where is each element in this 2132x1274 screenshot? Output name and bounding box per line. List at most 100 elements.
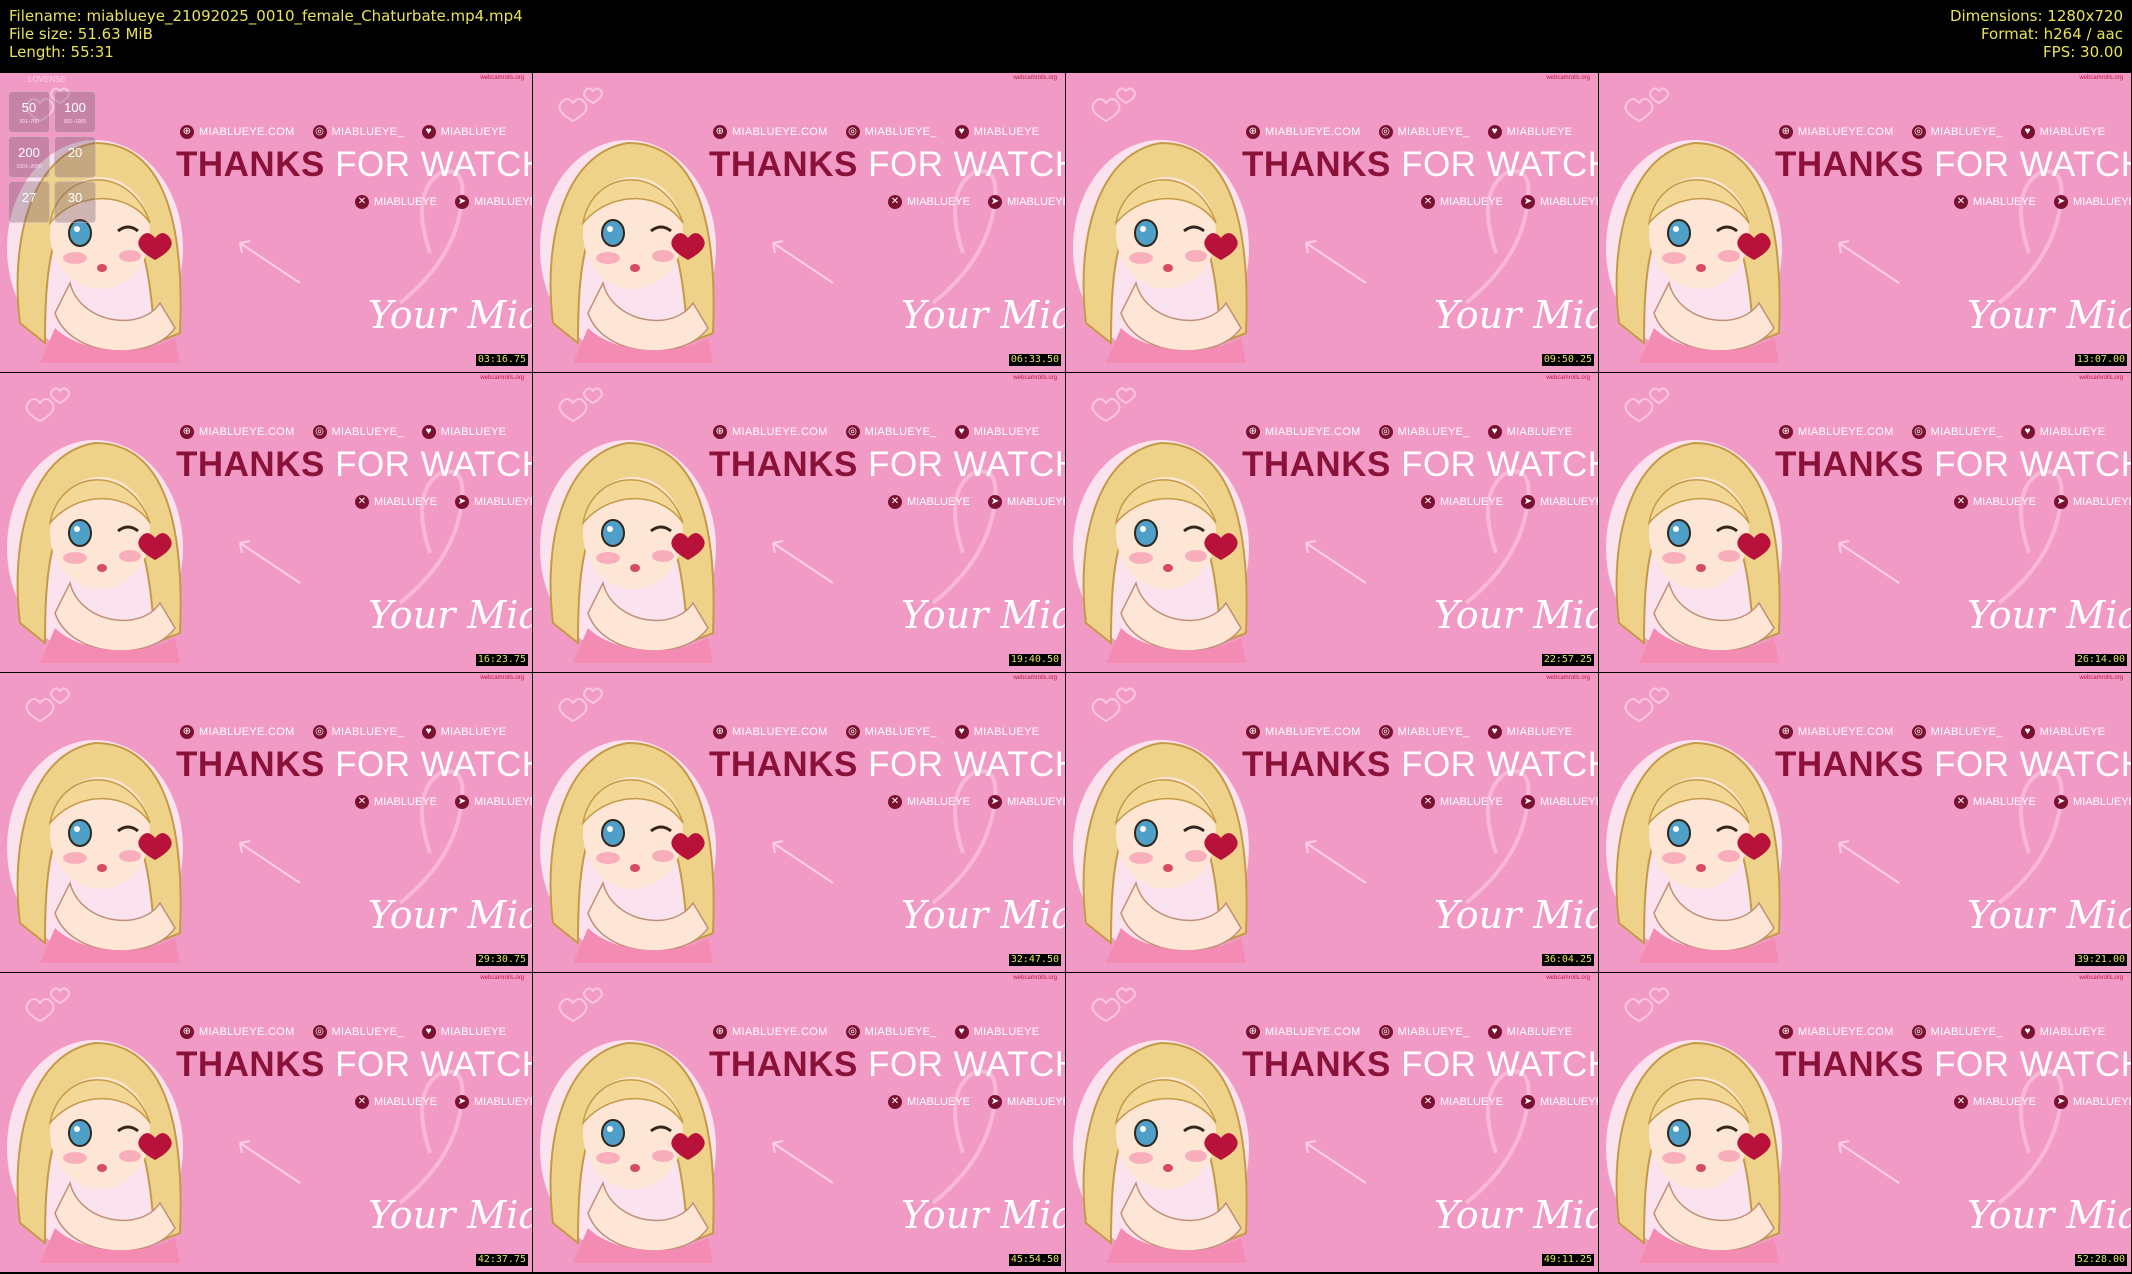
x-label: MIABLUEYE <box>907 1096 970 1108</box>
length-text: Length: 55:31 <box>9 43 114 61</box>
signature-text: Your Mia♥ <box>1967 1193 2131 1237</box>
instagram-icon: ◎ <box>312 725 327 739</box>
telegram-link: ➤ MIABLUEYE <box>2053 795 2131 809</box>
onlyfans-label: MIABLUEYE <box>973 426 1040 438</box>
website-link: ⊕ MIABLUEYE.COM <box>1779 725 1894 739</box>
timestamp-badge: 26:14.00 <box>2074 654 2127 666</box>
thumbnail-tile-5[interactable]: webcamrolls.org ⊕ MIABLUEYE.COM ◎ MIABLU… <box>0 373 532 672</box>
heart-icon <box>583 87 603 105</box>
heart-icon <box>583 687 603 705</box>
for-watching-words: FOR WATCHING <box>868 745 1065 784</box>
website-label: MIABLUEYE.COM <box>1798 1026 1894 1038</box>
thumbnail-tile-14[interactable]: webcamrolls.org ⊕ MIABLUEYE.COM ◎ MIABLU… <box>533 973 1065 1272</box>
heart-lock-icon: ♥ <box>421 1025 436 1039</box>
x-label: MIABLUEYE <box>1973 796 2036 808</box>
thumbnail-tile-12[interactable]: webcamrolls.org ⊕ MIABLUEYE.COM ◎ MIABLU… <box>1599 673 2131 972</box>
for-watching-words: FOR WATCHING <box>1401 145 1598 184</box>
onlyfans-label: MIABLUEYE <box>2039 726 2106 738</box>
for-watching-words: FOR WATCHING <box>1934 1045 2131 1084</box>
thanks-word: THANKS <box>1242 1045 1391 1084</box>
thanks-heading: THANKS FOR WATCHING <box>1775 145 2131 185</box>
x-icon: ✕ <box>1421 1095 1435 1109</box>
x-label: MIABLUEYE <box>1973 196 2036 208</box>
signature-text: Your Mia♥ <box>901 293 1065 337</box>
telegram-icon: ➤ <box>454 1095 469 1109</box>
social-links-bottom: ✕ MIABLUEYE ➤ MIABLUEYE <box>888 795 1065 809</box>
social-links-top: ⊕ MIABLUEYE.COM ◎ MIABLUEYE_ ♥ MIABLUEYE <box>1246 125 1572 139</box>
heart-icon <box>583 387 603 405</box>
thanks-word: THANKS <box>709 445 858 484</box>
website-link: ⊕ MIABLUEYE.COM <box>180 725 295 739</box>
onlyfans-link: ♥ MIABLUEYE <box>421 1025 507 1039</box>
signature-label: Your Mia <box>368 293 532 337</box>
instagram-label: MIABLUEYE_ <box>864 126 937 138</box>
tip-level-box: 50 201–700 <box>8 91 50 133</box>
social-links-bottom: ✕ MIABLUEYE ➤ MIABLUEYE <box>888 195 1065 209</box>
thumbnail-tile-10[interactable]: webcamrolls.org ⊕ MIABLUEYE.COM ◎ MIABLU… <box>533 673 1065 972</box>
globe-icon: ⊕ <box>713 425 727 439</box>
thumbnail-tile-13[interactable]: webcamrolls.org ⊕ MIABLUEYE.COM ◎ MIABLU… <box>0 973 532 1272</box>
thumbnail-tile-11[interactable]: webcamrolls.org ⊕ MIABLUEYE.COM ◎ MIABLU… <box>1066 673 1598 972</box>
thumbnail-tile-7[interactable]: webcamrolls.org ⊕ MIABLUEYE.COM ◎ MIABLU… <box>1066 373 1598 672</box>
telegram-icon: ➤ <box>2053 795 2068 809</box>
instagram-link: ◎ MIABLUEYE_ <box>845 425 937 439</box>
timestamp-badge: 06:33.50 <box>1008 354 1061 366</box>
thumbnail-tile-16[interactable]: webcamrolls.org ⊕ MIABLUEYE.COM ◎ MIABLU… <box>1599 973 2131 1272</box>
thumbnail-tile-6[interactable]: webcamrolls.org ⊕ MIABLUEYE.COM ◎ MIABLU… <box>533 373 1065 672</box>
thumbnail-tile-9[interactable]: webcamrolls.org ⊕ MIABLUEYE.COM ◎ MIABLU… <box>0 673 532 972</box>
social-links-bottom: ✕ MIABLUEYE ➤ MIABLUEYE <box>888 495 1065 509</box>
signature-label: Your Mia <box>1967 293 2131 337</box>
instagram-link: ◎ MIABLUEYE_ <box>312 125 404 139</box>
instagram-link: ◎ MIABLUEYE_ <box>1378 125 1470 139</box>
timestamp-badge: 39:21.00 <box>2074 954 2127 966</box>
for-watching-words: FOR WATCHING <box>335 745 532 784</box>
thumbnail-tile-3[interactable]: webcamrolls.org ⊕ MIABLUEYE.COM ◎ MIABLU… <box>1066 73 1598 372</box>
instagram-label: MIABLUEYE_ <box>331 426 404 438</box>
watermark-text: webcamrolls.org <box>1013 75 1057 81</box>
watermark-text: webcamrolls.org <box>480 975 524 981</box>
website-link: ⊕ MIABLUEYE.COM <box>713 425 828 439</box>
onlyfans-link: ♥ MIABLUEYE <box>1487 125 1573 139</box>
onlyfans-label: MIABLUEYE <box>1506 126 1573 138</box>
thanks-heading: THANKS FOR WATCHING <box>709 745 1065 785</box>
x-icon: ✕ <box>1954 795 1968 809</box>
timestamp-badge: 42:37.75 <box>475 1254 528 1266</box>
signature-text: Your Mia♥ <box>368 293 532 337</box>
thumbnail-tile-15[interactable]: webcamrolls.org ⊕ MIABLUEYE.COM ◎ MIABLU… <box>1066 973 1598 1272</box>
telegram-icon: ➤ <box>987 495 1002 509</box>
x-label: MIABLUEYE <box>1440 196 1503 208</box>
x-link: ✕ MIABLUEYE <box>1954 1095 2036 1109</box>
for-watching-words: FOR WATCHING <box>868 1045 1065 1084</box>
social-links-bottom: ✕ MIABLUEYE ➤ MIABLUEYE <box>355 195 532 209</box>
telegram-label: MIABLUEYE <box>2072 1096 2131 1108</box>
tip-level-box: 30 <box>54 181 96 223</box>
telegram-link: ➤ MIABLUEYE <box>2053 495 2131 509</box>
lovense-overlay: LOVENSE 50 201–700 100 901–1000 200 1001… <box>6 73 98 225</box>
onlyfans-link: ♥ MIABLUEYE <box>1487 425 1573 439</box>
heart-icon <box>25 998 55 1023</box>
signature-text: Your Mia♥ <box>1967 893 2131 937</box>
social-links-bottom: ✕ MIABLUEYE ➤ MIABLUEYE <box>1421 795 1598 809</box>
x-icon: ✕ <box>888 795 902 809</box>
thumbnail-tile-8[interactable]: webcamrolls.org ⊕ MIABLUEYE.COM ◎ MIABLU… <box>1599 373 2131 672</box>
thanks-heading: THANKS FOR WATCHING <box>1242 145 1598 185</box>
onlyfans-label: MIABLUEYE <box>440 126 507 138</box>
telegram-label: MIABLUEYE <box>1006 196 1065 208</box>
thumbnail-tile-2[interactable]: webcamrolls.org ⊕ MIABLUEYE.COM ◎ MIABLU… <box>533 73 1065 372</box>
instagram-link: ◎ MIABLUEYE_ <box>1911 1025 2003 1039</box>
telegram-link: ➤ MIABLUEYE <box>987 195 1065 209</box>
telegram-icon: ➤ <box>987 795 1002 809</box>
for-watching-words: FOR WATCHING <box>1934 745 2131 784</box>
heart-icon <box>50 987 70 1005</box>
telegram-link: ➤ MIABLUEYE <box>454 1095 532 1109</box>
instagram-label: MIABLUEYE_ <box>864 726 937 738</box>
onlyfans-label: MIABLUEYE <box>1506 426 1573 438</box>
website-link: ⊕ MIABLUEYE.COM <box>180 1025 295 1039</box>
thumbnail-tile-4[interactable]: webcamrolls.org ⊕ MIABLUEYE.COM ◎ MIABLU… <box>1599 73 2131 372</box>
media-info: Dimensions: 1280x720 Format: h264 / aac … <box>1950 7 2123 61</box>
heart-icon <box>1116 987 1136 1005</box>
website-link: ⊕ MIABLUEYE.COM <box>1246 125 1361 139</box>
telegram-link: ➤ MIABLUEYE <box>1520 1095 1598 1109</box>
telegram-link: ➤ MIABLUEYE <box>1520 495 1598 509</box>
x-icon: ✕ <box>1954 495 1968 509</box>
